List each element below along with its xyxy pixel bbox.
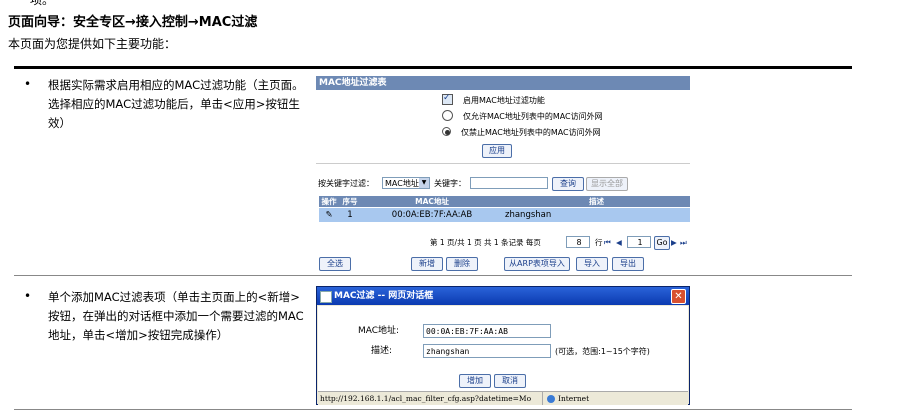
- paging-text: 第 1 页/共 1 页 共 1 条记录 每页: [430, 238, 541, 247]
- description-hint: (可选，范围:1~15个字符): [555, 347, 650, 356]
- bullet-text: 单个添加MAC过滤表项（单击主页面上的<新增>按钮，在弹出的对话框中添加一个需要…: [48, 290, 304, 342]
- panel-separator: [316, 163, 690, 164]
- show-all-button[interactable]: 显示全部: [586, 177, 628, 191]
- table-top-rule: [14, 66, 852, 69]
- apply-button[interactable]: 应用: [482, 144, 512, 158]
- globe-icon: [547, 395, 555, 403]
- deny-list-label: 仅禁止MAC地址列表中的MAC访问外网: [461, 128, 601, 137]
- status-url: http://192.168.1.1/acl_mac_filter_cfg.as…: [320, 394, 532, 403]
- export-button[interactable]: 导出: [612, 257, 644, 271]
- col-mac: MAC地址: [415, 197, 449, 206]
- close-icon[interactable]: ✕: [671, 289, 686, 304]
- row-mac: 00:0A:EB:7F:AA:AB: [391, 210, 473, 220]
- allow-list-label: 仅允许MAC地址列表中的MAC访问外网: [463, 112, 603, 121]
- cancel-button[interactable]: 取消: [494, 374, 526, 388]
- bullet-dot: •: [24, 77, 32, 91]
- edit-icon[interactable]: ✎: [323, 208, 335, 222]
- status-zone-label: Internet: [558, 394, 590, 403]
- page-icon: [320, 291, 332, 303]
- confirm-add-button[interactable]: 增加: [459, 374, 491, 388]
- select-all-button[interactable]: 全选: [319, 257, 351, 271]
- table-row[interactable]: ✎ 1 00:0A:EB:7F:AA:AB zhangshan: [319, 208, 690, 222]
- enable-filter-checkbox[interactable]: [442, 92, 453, 105]
- enable-filter-option[interactable]: 启用MAC地址过滤功能: [442, 92, 545, 107]
- allow-list-radio[interactable]: [442, 110, 453, 121]
- allow-list-option[interactable]: 仅允许MAC地址列表中的MAC访问外网: [442, 110, 603, 123]
- intro-text: 本页面为您提供如下主要功能：: [8, 37, 177, 51]
- status-zone: Internet: [542, 392, 589, 405]
- next-page-icon[interactable]: ▶: [671, 237, 677, 249]
- bullet-text: 根据实际需求启用相应的MAC过滤功能（主页面。选择相应的MAC过滤功能后，单击<…: [48, 78, 304, 130]
- bullet-dot: •: [24, 289, 32, 303]
- import-arp-button[interactable]: 从ARP表项导入: [504, 257, 570, 271]
- page-number-input[interactable]: 1: [627, 236, 651, 248]
- dialog-title: MAC过滤 -- 网页对话框: [334, 291, 434, 301]
- row-divider: [14, 275, 852, 276]
- import-button[interactable]: 导入: [576, 257, 608, 271]
- mac-address-label: MAC地址:: [358, 326, 400, 336]
- mac-address-input[interactable]: 00:0A:EB:7F:AA:AB: [423, 324, 551, 338]
- enable-filter-label: 启用MAC地址过滤功能: [463, 96, 545, 105]
- dialog-statusbar: http://192.168.1.1/acl_mac_filter_cfg.as…: [318, 391, 688, 405]
- table-header: 操作 序号 MAC地址 描述: [319, 196, 690, 207]
- mac-filter-panel: MAC地址过滤表 启用MAC地址过滤功能 仅允许MAC地址列表中的MAC访问外网…: [316, 76, 690, 272]
- top-fragment-text: 项。: [30, 0, 55, 7]
- dialog-body: MAC地址: 00:0A:EB:7F:AA:AB 描述: zhangshan (…: [318, 306, 688, 391]
- row-desc: zhangshan: [505, 210, 552, 220]
- mac-filter-dialog: MAC过滤 -- 网页对话框 ✕ MAC地址: 00:0A:EB:7F:AA:A…: [316, 286, 690, 405]
- add-entry-button[interactable]: 新增: [411, 257, 443, 271]
- prev-page-icon[interactable]: ◀: [616, 237, 622, 249]
- description-input[interactable]: zhangshan: [423, 344, 551, 358]
- first-page-icon[interactable]: ⏮: [604, 237, 611, 249]
- mac-table: 操作 序号 MAC地址 描述 ✎ 1 00:0A:EB:7F:AA:AB zha…: [319, 196, 690, 222]
- row-no: 1: [347, 210, 353, 220]
- col-op: 操作: [321, 197, 337, 206]
- col-no: 序号: [342, 197, 358, 206]
- page-nav-heading: 页面向导：安全专区→接入控制→MAC过滤: [8, 15, 258, 30]
- filter-field-select[interactable]: MAC地址 ▼: [382, 177, 430, 189]
- col-desc: 描述: [589, 197, 604, 206]
- panel-title: MAC地址过滤表: [316, 76, 690, 90]
- description-label: 描述:: [371, 346, 393, 356]
- delete-button[interactable]: 删除: [446, 257, 478, 271]
- filter-label: 按关键字过滤：: [318, 179, 374, 188]
- goto-label: 行: [595, 238, 603, 247]
- last-page-icon[interactable]: ⏭: [680, 237, 687, 249]
- filter-field-value: MAC地址: [385, 179, 419, 188]
- chevron-down-icon: ▼: [419, 178, 429, 188]
- go-button[interactable]: Go: [654, 236, 670, 250]
- row-divider: [14, 409, 852, 410]
- per-page-input[interactable]: 8: [566, 236, 590, 248]
- keyword-label: 关键字：: [434, 179, 466, 188]
- deny-list-radio[interactable]: [442, 127, 451, 136]
- keyword-input[interactable]: [470, 177, 548, 189]
- query-button[interactable]: 查询: [552, 177, 584, 191]
- deny-list-option[interactable]: 仅禁止MAC地址列表中的MAC访问外网: [442, 127, 601, 139]
- dialog-titlebar: MAC过滤 -- 网页对话框 ✕: [317, 287, 689, 305]
